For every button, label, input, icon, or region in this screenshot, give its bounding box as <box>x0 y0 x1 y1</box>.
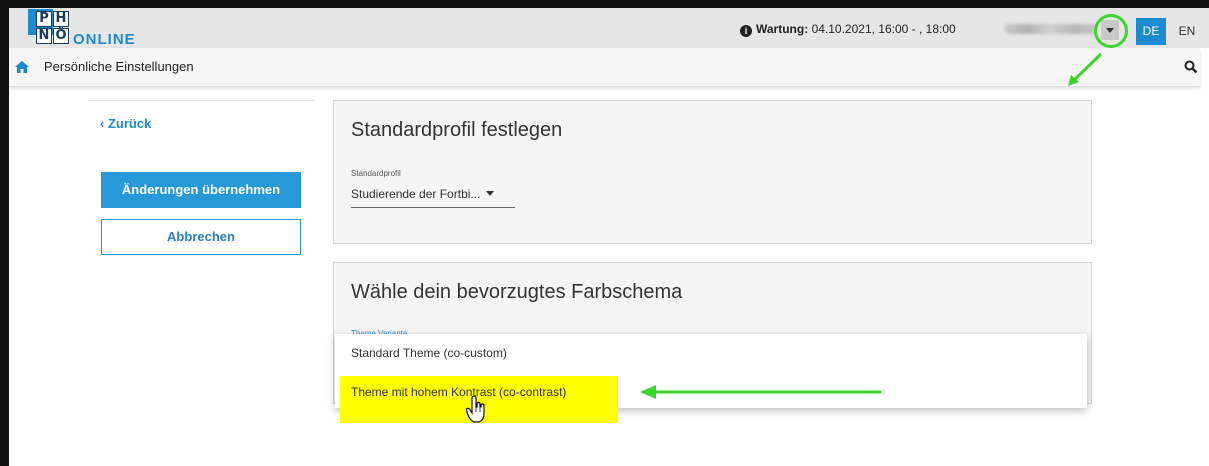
hand-pointer-icon <box>465 395 486 429</box>
annotation-arrows <box>640 52 1103 399</box>
